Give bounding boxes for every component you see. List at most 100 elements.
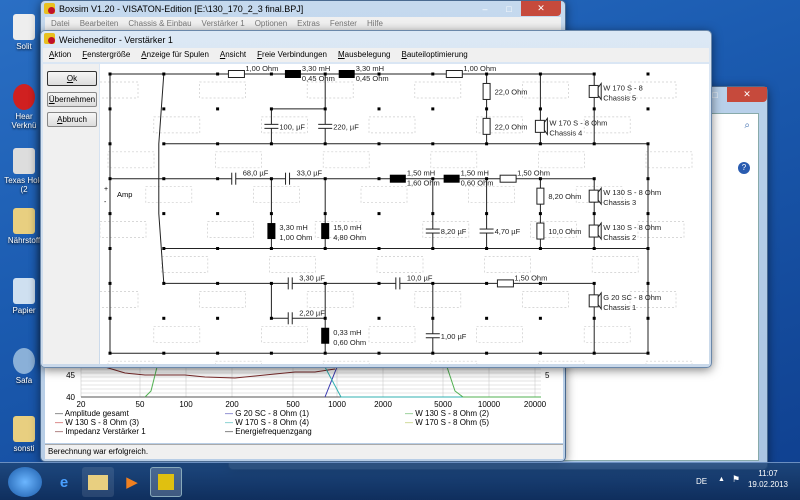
grid-node[interactable]: [269, 107, 273, 111]
ok-button[interactable]: Ok: [47, 71, 97, 86]
grid-node[interactable]: [646, 351, 650, 355]
menu-datei[interactable]: Datei: [51, 19, 70, 29]
grid-node[interactable]: [431, 72, 435, 76]
grid-node[interactable]: [431, 351, 435, 355]
grid-node[interactable]: [162, 212, 166, 216]
grid-node[interactable]: [162, 351, 166, 355]
menu-anzeige-spulen[interactable]: Anzeige für Spulen: [141, 50, 209, 60]
grid-node[interactable]: [431, 107, 435, 111]
grid-node[interactable]: [646, 177, 650, 181]
grid-node[interactable]: [538, 212, 542, 216]
grid-node[interactable]: [377, 351, 381, 355]
desktop-icon-solitaire[interactable]: Solit: [4, 14, 44, 51]
placeholder-slot[interactable]: [261, 325, 308, 343]
menu-hilfe[interactable]: Hilfe: [367, 19, 383, 29]
close-button[interactable]: ✕: [521, 1, 561, 16]
placeholder-slot[interactable]: [476, 325, 523, 343]
capacitor-component[interactable]: 3,30 µF: [287, 273, 325, 290]
coil-component[interactable]: 15,0 mH4,80 Ohm: [321, 223, 366, 242]
grid-node[interactable]: [323, 212, 327, 216]
menu-extras[interactable]: Extras: [297, 19, 320, 29]
coil-component[interactable]: 3,30 mH1,00 Ohm: [267, 223, 312, 242]
placeholder-slot[interactable]: [430, 360, 478, 364]
speaker-component[interactable]: W 130 S - 8 OhmChassis 3: [588, 186, 661, 207]
placeholder-slot[interactable]: [306, 81, 354, 99]
desktop-icon-hearts[interactable]: Hear Verknü: [4, 84, 44, 130]
placeholder-slot[interactable]: [215, 151, 262, 169]
grid-node[interactable]: [269, 177, 273, 181]
capacitor-component[interactable]: 8,20 µF: [425, 227, 467, 236]
clock[interactable]: 11:07 19.02.2013: [745, 468, 791, 490]
grid-node[interactable]: [485, 281, 489, 285]
explorer-folder-icon[interactable]: [82, 467, 114, 497]
grid-node[interactable]: [323, 247, 327, 250]
grid-node[interactable]: [592, 142, 596, 146]
capacitor-component[interactable]: 68,0 µF: [231, 169, 269, 185]
grid-node[interactable]: [108, 177, 112, 181]
placeholder-slot[interactable]: [414, 81, 462, 99]
placeholder-slot[interactable]: [306, 291, 354, 308]
placeholder-slot[interactable]: [468, 186, 515, 204]
speaker-component[interactable]: G 20 SC - 8 OhmChassis 1: [588, 291, 661, 312]
placeholder-slot[interactable]: [100, 81, 139, 99]
desktop-icon-texas-holdem[interactable]: Texas Hold (2: [4, 148, 44, 194]
placeholder-slot[interactable]: [153, 325, 201, 343]
resistor-component[interactable]: 8,20 Ohm: [536, 187, 581, 205]
grid-node[interactable]: [377, 142, 381, 146]
resistor-component[interactable]: 1,00 Ohm: [445, 64, 496, 78]
grid-node[interactable]: [377, 212, 381, 216]
grid-node[interactable]: [377, 281, 381, 285]
grid-node[interactable]: [646, 142, 650, 146]
grid-node[interactable]: [485, 142, 489, 146]
grid-node[interactable]: [162, 281, 166, 285]
grid-node[interactable]: [538, 351, 542, 355]
placeholder-slot[interactable]: [360, 186, 408, 204]
grid-node[interactable]: [646, 281, 650, 285]
grid-node[interactable]: [216, 177, 220, 181]
capacitor-component[interactable]: 33,0 µF: [285, 169, 323, 185]
grid-node[interactable]: [592, 72, 596, 76]
grid-node[interactable]: [538, 107, 542, 111]
menu-mausbelegung[interactable]: Mausbelegung: [338, 50, 391, 60]
cancel-button[interactable]: Abbruch: [47, 112, 97, 127]
placeholder-slot[interactable]: [269, 256, 316, 273]
grid-node[interactable]: [485, 247, 489, 250]
grid-node[interactable]: [538, 247, 542, 250]
capacitor-component[interactable]: 1,00 µF: [425, 332, 467, 341]
help-icon[interactable]: ?: [738, 162, 750, 174]
grid-node[interactable]: [216, 142, 220, 146]
placeholder-slot[interactable]: [161, 256, 209, 273]
grid-node[interactable]: [216, 316, 220, 320]
menu-aktion[interactable]: Aktion: [49, 50, 71, 60]
grid-node[interactable]: [431, 316, 435, 320]
grid-node[interactable]: [646, 212, 650, 216]
amp-minus-terminal[interactable]: -: [104, 199, 107, 206]
placeholder-slot[interactable]: [100, 221, 147, 238]
grid-node[interactable]: [592, 281, 596, 285]
placeholder-slot[interactable]: [145, 186, 193, 204]
grid-node[interactable]: [216, 212, 220, 216]
grid-node[interactable]: [592, 316, 596, 320]
coil-component[interactable]: 0,33 mH0,60 Ohm: [321, 327, 366, 347]
grid-node[interactable]: [538, 72, 542, 76]
amp-plus-terminal[interactable]: +: [104, 186, 108, 193]
capacitor-component[interactable]: 4,70 µF: [479, 227, 521, 236]
grid-node[interactable]: [269, 351, 273, 355]
menu-freie-verbindungen[interactable]: Freie Verbindungen: [257, 50, 327, 60]
grid-node[interactable]: [485, 212, 489, 216]
maximize-button[interactable]: □: [497, 1, 521, 16]
capacitor-component[interactable]: 100, µF: [264, 122, 305, 131]
placeholder-slot[interactable]: [538, 151, 585, 169]
grid-node[interactable]: [646, 107, 650, 111]
capacitor-component[interactable]: 2,20 µF: [287, 308, 325, 325]
placeholder-slot[interactable]: [253, 186, 300, 204]
grid-node[interactable]: [269, 247, 273, 250]
grid-node[interactable]: [162, 142, 166, 146]
menu-bauteiloptimierung[interactable]: Bauteiloptimierung: [401, 50, 467, 60]
grid-node[interactable]: [108, 351, 112, 355]
placeholder-slot[interactable]: [207, 221, 254, 238]
grid-node[interactable]: [592, 177, 596, 181]
grid-node[interactable]: [538, 142, 542, 146]
frequency-chart[interactable]: 45 40 5 20 50 100 200 500 1000 2000 5000 10000 20…: [45, 366, 563, 443]
placeholder-slot[interactable]: [107, 151, 155, 169]
